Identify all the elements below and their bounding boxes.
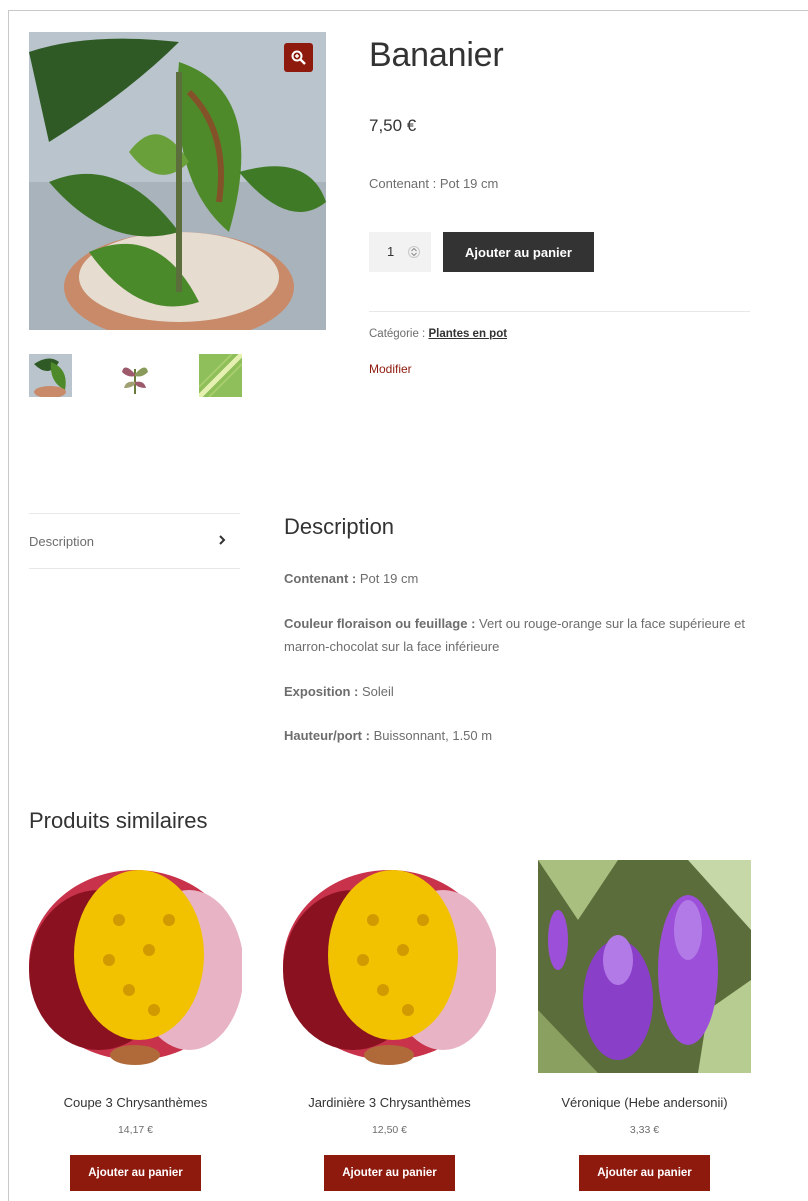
zoom-in-icon <box>291 50 306 65</box>
zoom-button[interactable] <box>284 43 313 72</box>
category-link[interactable]: Plantes en pot <box>428 328 507 340</box>
description-row-label: Exposition : <box>284 684 359 699</box>
quantity-value: 1 <box>387 244 395 259</box>
description-row: Couleur floraison ou feuillage : Vert ou… <box>284 612 754 658</box>
divider <box>369 311 750 312</box>
product-image[interactable] <box>29 860 242 1073</box>
description-row-label: Contenant : <box>284 571 357 586</box>
gallery-thumbnail-3[interactable] <box>199 354 242 397</box>
related-product-card: Véronique (Hebe andersonii) 3,33 € Ajout… <box>538 860 751 1191</box>
product-image[interactable] <box>538 860 751 1073</box>
description-row: Contenant : Pot 19 cm <box>284 567 754 590</box>
product-price: 12,50 € <box>371 1124 408 1136</box>
description-row: Hauteur/port : Buissonnant, 1.50 m <box>284 724 754 747</box>
product-price: 7,50 € <box>369 116 417 135</box>
related-product-card: Jardinière 3 Chrysanthèmes 12,50 € Ajout… <box>283 860 496 1191</box>
related-products-heading: Produits similaires <box>29 808 208 833</box>
tab-divider-top <box>29 513 240 514</box>
description-row-value: Pot 19 cm <box>356 571 419 586</box>
product-short-description: Contenant : Pot 19 cm <box>369 176 499 191</box>
add-to-cart-button[interactable]: Ajouter au panier <box>324 1155 455 1191</box>
product-price: 14,17 € <box>117 1124 154 1136</box>
quantity-stepper[interactable]: 1 <box>369 232 431 272</box>
category-label: Catégorie : <box>369 328 429 340</box>
add-to-cart-button[interactable]: Ajouter au panier <box>443 232 594 272</box>
description-row-label: Couleur floraison ou feuillage : <box>284 616 476 631</box>
spinner-arrows-icon[interactable] <box>408 244 420 260</box>
product-category: Catégorie : Plantes en pot <box>369 328 507 340</box>
product-name[interactable]: Coupe 3 Chrysanthèmes <box>29 1095 242 1110</box>
gallery-thumbnail-2[interactable] <box>114 354 157 397</box>
description-row-value: Buissonnant, 1.50 m <box>369 728 493 743</box>
related-product-card: Coupe 3 Chrysanthèmes 14,17 € Ajouter au… <box>29 860 242 1191</box>
gallery-thumbnail-1[interactable] <box>29 354 72 397</box>
description-row: Exposition : Soleil <box>284 680 754 703</box>
tab-divider-bottom <box>29 568 240 569</box>
edit-product-link[interactable]: Modifier <box>369 362 412 376</box>
product-name[interactable]: Jardinière 3 Chrysanthèmes <box>283 1095 496 1110</box>
product-title: Bananier <box>369 36 504 74</box>
add-to-cart-button[interactable]: Ajouter au panier <box>70 1155 201 1191</box>
product-name[interactable]: Véronique (Hebe andersonii) <box>538 1095 751 1110</box>
product-price: 3,33 € <box>629 1124 660 1136</box>
product-main-image[interactable] <box>29 32 326 330</box>
description-row-label: Hauteur/port : <box>284 728 370 743</box>
description-row-value: Soleil <box>358 684 394 699</box>
chevron-right-icon[interactable] <box>217 533 227 547</box>
add-to-cart-button[interactable]: Ajouter au panier <box>579 1155 710 1191</box>
product-image[interactable] <box>283 860 496 1073</box>
description-heading: Description <box>284 514 395 539</box>
tab-description[interactable]: Description <box>29 534 94 549</box>
